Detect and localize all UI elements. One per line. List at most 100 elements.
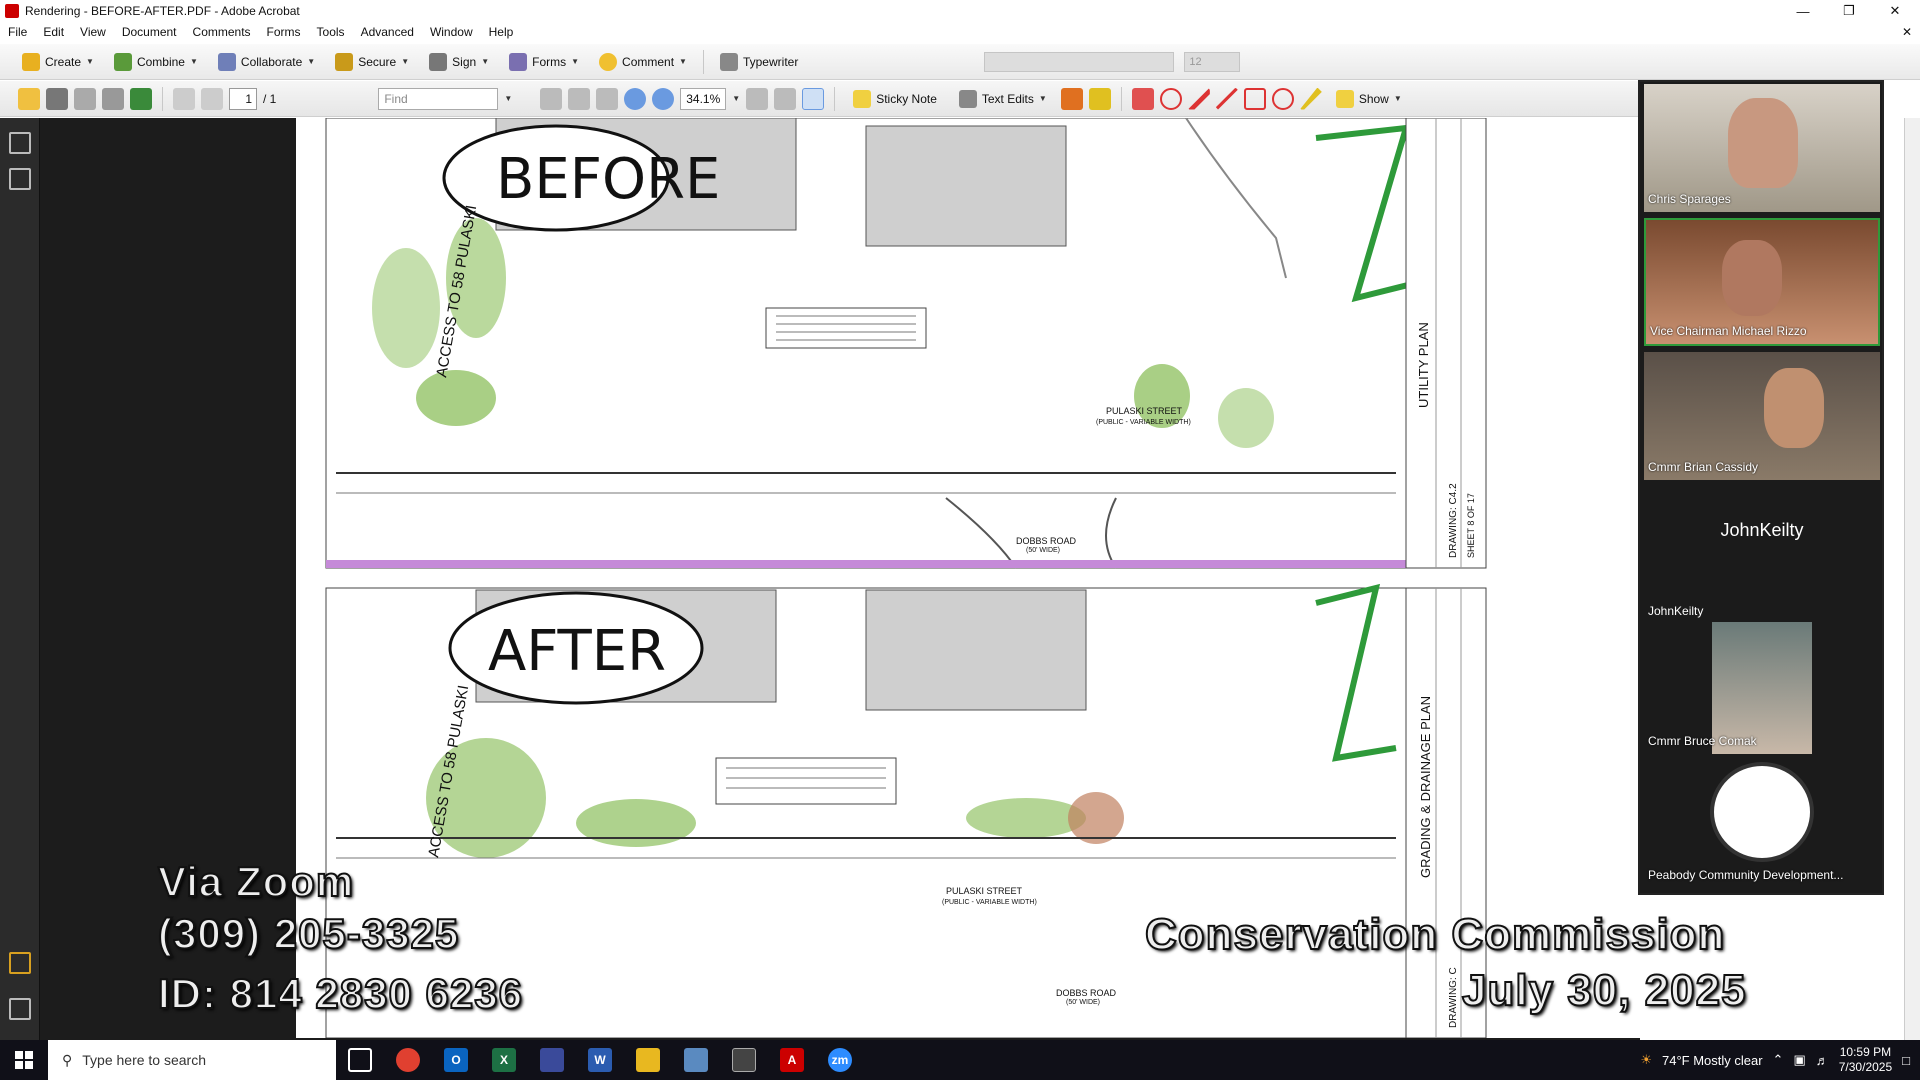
menu-tools[interactable]: Tools xyxy=(309,25,353,39)
window-title: Rendering - BEFORE-AFTER.PDF - Adobe Acr… xyxy=(25,4,300,18)
menu-forms[interactable]: Forms xyxy=(259,25,309,39)
weather-text[interactable]: 74°F Mostly clear xyxy=(1662,1053,1763,1068)
create-button[interactable]: Create ▼ xyxy=(14,49,102,75)
actual-size-icon[interactable] xyxy=(746,87,769,110)
fit-width-icon[interactable] xyxy=(774,87,797,110)
text-edits-button[interactable]: Text Edits ▼ xyxy=(951,86,1055,112)
forms-button[interactable]: Forms ▼ xyxy=(501,49,587,75)
taskbar-acrobat[interactable]: A xyxy=(768,1040,816,1080)
meeting-date: July 30, 2025 xyxy=(1461,965,1747,1016)
restore-button[interactable]: ❐ xyxy=(1826,0,1872,22)
comment-button[interactable]: Comment ▼ xyxy=(591,49,695,75)
vertical-scrollbar[interactable] xyxy=(1904,118,1920,1040)
email-icon[interactable] xyxy=(102,87,124,110)
taskbar-excel[interactable]: X xyxy=(480,1040,528,1080)
menu-view[interactable]: View xyxy=(72,25,114,39)
taskbar-app[interactable] xyxy=(672,1040,720,1080)
forms-icon xyxy=(509,52,528,71)
menu-edit[interactable]: Edit xyxy=(35,25,72,39)
arrow-icon[interactable] xyxy=(1187,87,1210,110)
notification-icon[interactable]: □ xyxy=(1902,1053,1910,1068)
grading-plan-title: GRADING & DRAINAGE PLAN xyxy=(1418,696,1433,878)
menu-window[interactable]: Window xyxy=(422,25,481,39)
participant-tile-active[interactable]: Vice Chairman Michael Rizzo xyxy=(1644,218,1880,346)
taskbar-search[interactable]: ⚲ Type here to search xyxy=(48,1040,336,1080)
find-input[interactable]: Find xyxy=(378,87,499,110)
pdf-page[interactable]: BEFORE AFTER PULASKI STREET (PUBLIC - VA… xyxy=(296,117,1688,1039)
drawing-number-bottom: DRAWING: C xyxy=(1448,967,1459,1028)
pages-panel-icon[interactable] xyxy=(9,132,31,154)
menu-comments[interactable]: Comments xyxy=(185,25,259,39)
pencil-icon[interactable] xyxy=(1299,87,1322,110)
secure-button[interactable]: Secure ▼ xyxy=(327,49,417,75)
menu-advanced[interactable]: Advanced xyxy=(353,25,422,39)
show-hidden-icons-icon[interactable]: ⌃ xyxy=(1773,1052,1784,1068)
participant-tile[interactable]: Peabody Community Development... xyxy=(1644,760,1880,890)
highlight-icon[interactable] xyxy=(1088,87,1111,110)
font-size-select[interactable]: 12 xyxy=(1184,51,1241,72)
close-button[interactable]: ✕ xyxy=(1872,0,1918,22)
taskbar-outlook[interactable]: O xyxy=(432,1040,480,1080)
select-tool-icon[interactable] xyxy=(540,87,563,110)
street-label-top: PULASKI STREET xyxy=(1106,406,1183,416)
attachments-icon[interactable] xyxy=(9,998,31,1020)
web-icon[interactable] xyxy=(130,87,152,110)
menu-help[interactable]: Help xyxy=(481,25,522,39)
task-view-icon xyxy=(348,1048,372,1072)
zoom-out-icon[interactable] xyxy=(624,87,647,110)
menu-file[interactable]: File xyxy=(0,25,35,39)
menu-document[interactable]: Document xyxy=(114,25,185,39)
app-icon xyxy=(684,1048,708,1072)
zoom-in-icon[interactable] xyxy=(652,87,675,110)
collaborate-button[interactable]: Collaborate ▼ xyxy=(210,49,323,75)
open-folder-icon[interactable] xyxy=(18,87,40,110)
comments-panel-icon[interactable] xyxy=(9,952,31,974)
cloud-icon[interactable] xyxy=(1159,87,1182,110)
hand-tool-icon[interactable] xyxy=(568,87,591,110)
road-sublabel-top: (50' WIDE) xyxy=(1026,547,1060,554)
save-icon[interactable] xyxy=(74,87,96,110)
volume-icon[interactable]: ♬ xyxy=(1816,1053,1829,1068)
find-dropdown-icon[interactable]: ▼ xyxy=(504,94,512,103)
next-page-icon[interactable] xyxy=(201,87,223,110)
show-button[interactable]: Show ▼ xyxy=(1328,86,1410,112)
taskbar-file-explorer[interactable] xyxy=(624,1040,672,1080)
line-icon[interactable] xyxy=(1215,87,1238,110)
taskbar-word[interactable]: W xyxy=(576,1040,624,1080)
previous-page-icon[interactable] xyxy=(173,87,195,110)
folder-icon xyxy=(636,1048,660,1072)
taskbar-clock[interactable]: 10:59 PM 7/30/2025 xyxy=(1839,1045,1892,1075)
zoom-level-input[interactable]: 34.1% xyxy=(680,87,727,110)
participant-tile[interactable]: JohnKeilty xyxy=(1644,486,1880,614)
oval-icon[interactable] xyxy=(1271,87,1294,110)
print-icon[interactable] xyxy=(46,87,68,110)
sign-button[interactable]: Sign ▼ xyxy=(421,49,497,75)
taskbar-app[interactable] xyxy=(528,1040,576,1080)
participant-tile[interactable]: JohnKeilty Cmmr Bruce Comak xyxy=(1644,604,1880,754)
taskbar-zoom[interactable]: zm xyxy=(816,1040,864,1080)
minimize-button[interactable]: — xyxy=(1780,0,1826,22)
page-number-input[interactable]: 1 xyxy=(229,87,257,110)
sticky-note-button[interactable]: Sticky Note xyxy=(845,86,945,112)
zoom-dropdown-icon[interactable]: ▼ xyxy=(732,94,740,103)
typewriter-button[interactable]: Typewriter xyxy=(712,49,806,75)
doc-close-icon[interactable]: ✕ xyxy=(1902,25,1912,39)
fit-page-icon[interactable] xyxy=(802,87,825,110)
taskbar-app[interactable] xyxy=(720,1040,768,1080)
toolbar-divider xyxy=(702,49,704,74)
start-button[interactable] xyxy=(0,1040,48,1080)
tasks-toolbar: Create ▼ Combine ▼ Collaborate ▼ Secure ▼ Si… xyxy=(0,44,1920,80)
marquee-zoom-icon[interactable] xyxy=(596,87,619,110)
rectangle-icon[interactable] xyxy=(1243,87,1266,110)
participant-tile[interactable]: Chris Sparages xyxy=(1644,84,1880,212)
callout-icon[interactable] xyxy=(1131,87,1154,110)
road-label-bottom: DOBBS ROAD xyxy=(1056,988,1117,998)
participant-tile[interactable]: Cmmr Brian Cassidy xyxy=(1644,352,1880,480)
font-family-select[interactable] xyxy=(984,51,1175,72)
task-view-button[interactable] xyxy=(336,1040,384,1080)
stamp-icon[interactable] xyxy=(1060,87,1083,110)
taskbar-chrome[interactable] xyxy=(384,1040,432,1080)
combine-button[interactable]: Combine ▼ xyxy=(106,49,206,75)
signatures-panel-icon[interactable] xyxy=(9,168,31,190)
network-icon[interactable]: ▣ xyxy=(1793,1052,1805,1068)
